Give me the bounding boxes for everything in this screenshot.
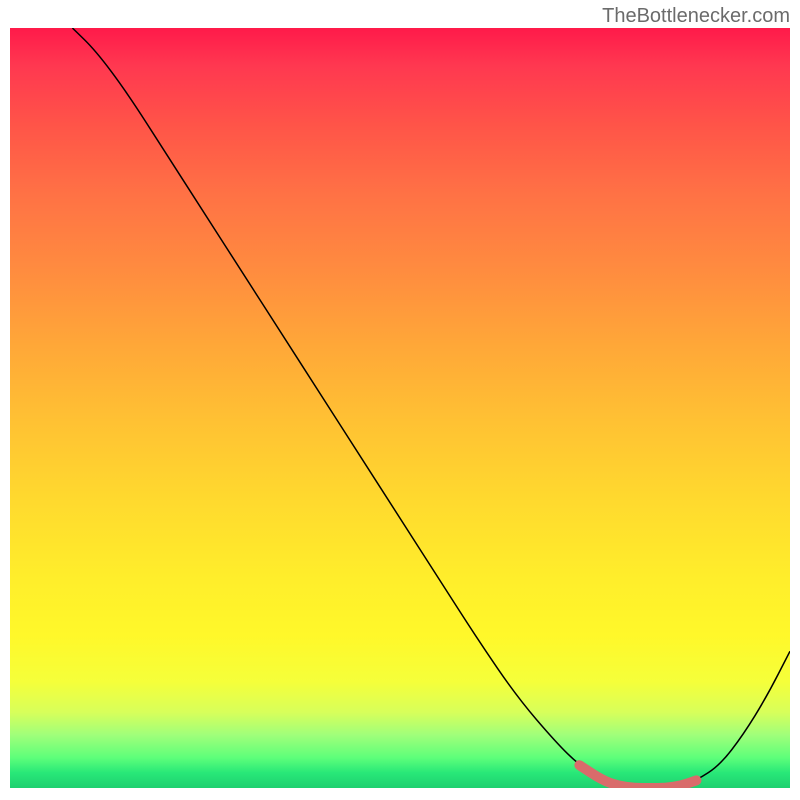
- watermark-text: TheBottlenecker.com: [602, 5, 790, 28]
- highlight-segment-line: [579, 765, 696, 788]
- bottleneck-curve-line: [72, 28, 790, 788]
- chart-area: [10, 28, 790, 788]
- curve-overlay: [10, 28, 790, 788]
